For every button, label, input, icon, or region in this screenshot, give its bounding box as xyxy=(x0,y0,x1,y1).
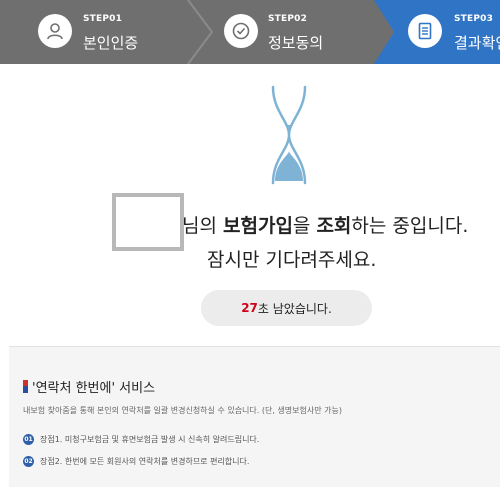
step-name: 정보동의 xyxy=(268,34,324,52)
step-number: STEP03 xyxy=(454,14,494,24)
contact-service-panel: '연락처 한번에' 서비스 내보험 찾아줌을 통해 본인의 연락처를 일괄 변경… xyxy=(9,346,500,487)
wait-message: 잠시만 기다려주세요. xyxy=(207,249,377,271)
step-progress-bar: STEP01 본인인증 STEP02 정보동의 STEP03 결과확인 xyxy=(0,0,500,64)
step-number: STEP01 xyxy=(83,14,123,24)
step-number: STEP02 xyxy=(268,14,308,24)
hourglass-icon xyxy=(271,85,307,185)
service-description: 내보험 찾아줌을 통해 본인의 연락처를 일괄 변경신청하실 수 있습니다. (… xyxy=(23,406,342,415)
service-benefit-item: 02 장점2. 한번에 모든 회원사의 연락처를 변경하므로 편리합니다. xyxy=(23,456,249,467)
keyword-lookup: 조회 xyxy=(316,215,352,237)
step-name: 본인인증 xyxy=(83,34,139,52)
countdown-seconds: 27 xyxy=(241,301,258,315)
service-benefit-item: 01 장점1. 미청구보험금 및 휴면보험금 발생 시 신속히 알려드립니다. xyxy=(23,434,259,445)
step-3-active: STEP03 결과확인 xyxy=(374,0,500,64)
status-message: 님의 보험가입을 조회하는 중입니다. xyxy=(182,215,469,237)
benefit-text: 장점1. 미청구보험금 및 휴면보험금 발생 시 신속히 알려드립니다. xyxy=(40,435,260,444)
countdown-badge: 27 초 남았습니다. xyxy=(201,290,372,326)
benefit-text: 장점2. 한번에 모든 회원사의 연락처를 변경하므로 편리합니다. xyxy=(40,457,250,466)
number-badge: 01 xyxy=(23,434,34,445)
step-name: 결과확인 xyxy=(454,34,500,52)
keyword-insurance: 보험가입 xyxy=(223,215,293,237)
number-badge: 02 xyxy=(23,456,34,467)
chevron-right-icon xyxy=(374,0,394,64)
person-icon xyxy=(38,14,72,48)
countdown-suffix: 초 남았습니다. xyxy=(257,301,332,316)
check-circle-icon xyxy=(224,14,258,48)
step-1: STEP01 본인인증 xyxy=(0,0,200,64)
user-name-placeholder xyxy=(112,193,184,251)
document-icon xyxy=(408,14,442,48)
service-title: '연락처 한번에' 서비스 xyxy=(32,381,156,396)
step-2: STEP02 정보동의 xyxy=(200,0,380,64)
